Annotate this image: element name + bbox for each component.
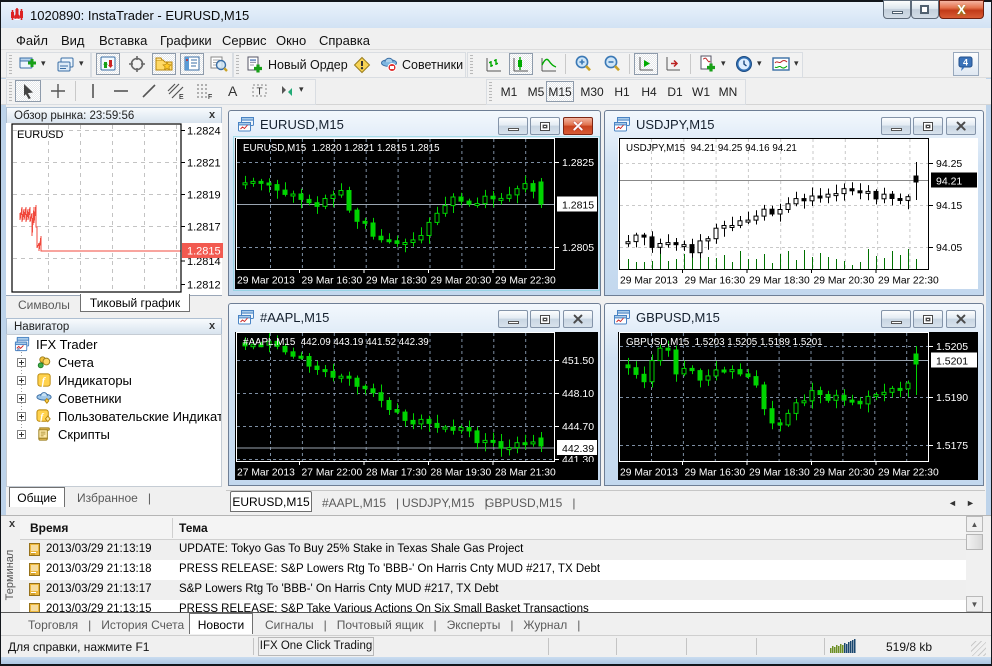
svg-text:94.05: 94.05 [936, 242, 962, 254]
svg-text:29 Mar 20:30: 29 Mar 20:30 [814, 468, 875, 479]
svg-text:29 Mar 22:30: 29 Mar 22:30 [495, 276, 556, 287]
svg-text:29 Mar 18:30: 29 Mar 18:30 [749, 468, 810, 479]
svg-text:1.2819: 1.2819 [187, 190, 221, 202]
svg-text:27 Mar 2013: 27 Mar 2013 [237, 468, 295, 479]
svg-text:1.5201: 1.5201 [936, 356, 968, 368]
svg-text:29 Mar 22:30: 29 Mar 22:30 [878, 468, 939, 479]
svg-text:94.25: 94.25 [936, 158, 962, 170]
svg-text:29 Mar 2013: 29 Mar 2013 [620, 468, 678, 479]
svg-text:1.5175: 1.5175 [936, 440, 968, 452]
svg-text:F: F [208, 94, 212, 100]
svg-text:1.2824: 1.2824 [187, 126, 221, 138]
svg-text:1.2817: 1.2817 [187, 222, 221, 234]
svg-text:442.39: 442.39 [562, 443, 594, 455]
svg-text:E: E [179, 94, 184, 100]
svg-text:GBPUSD,M15 1.5203 1.5205 1.51: GBPUSD,M15 1.5203 1.5205 1.5189 1.5201 [626, 337, 823, 348]
svg-text:29 Mar 2013: 29 Mar 2013 [620, 276, 678, 287]
svg-text:451.50: 451.50 [562, 355, 594, 367]
svg-text:1.5205: 1.5205 [936, 341, 968, 353]
svg-text:USDJPY,M15 94.21 94.25 94.16: USDJPY,M15 94.21 94.25 94.16 94.21 [626, 143, 797, 154]
svg-text:1.2815: 1.2815 [187, 246, 221, 258]
svg-text:94.15: 94.15 [936, 200, 962, 212]
svg-text:29 Mar 2013: 29 Mar 2013 [237, 276, 295, 287]
svg-text:T: T [257, 87, 263, 98]
svg-text:1.2825: 1.2825 [562, 157, 594, 169]
svg-text:448.10: 448.10 [562, 388, 594, 400]
svg-text:1.2812: 1.2812 [187, 280, 221, 292]
svg-text:1.5190: 1.5190 [936, 392, 968, 404]
svg-text:A: A [228, 83, 238, 99]
svg-text:29 Mar 20:30: 29 Mar 20:30 [431, 276, 492, 287]
svg-text:29 Mar 20:30: 29 Mar 20:30 [814, 276, 875, 287]
svg-text:#AAPL,M15 442.09 443.19 441.5: #AAPL,M15 442.09 443.19 441.52 442.39 [243, 337, 429, 348]
svg-text:29 Mar 22:30: 29 Mar 22:30 [878, 276, 939, 287]
svg-text:28 Mar 17:30: 28 Mar 17:30 [366, 468, 427, 479]
svg-text:EURUSD,M15 1.2820 1.2821 1.28: EURUSD,M15 1.2820 1.2821 1.2815 1.2815 [243, 143, 440, 154]
svg-text:29 Mar 16:30: 29 Mar 16:30 [302, 276, 363, 287]
svg-text:4: 4 [963, 58, 968, 68]
svg-text:29 Mar 16:30: 29 Mar 16:30 [685, 276, 746, 287]
svg-text:444.70: 444.70 [562, 421, 594, 433]
svg-text:29 Mar 16:30: 29 Mar 16:30 [685, 468, 746, 479]
svg-text:EURUSD: EURUSD [17, 129, 64, 141]
svg-text:28 Mar 19:30: 28 Mar 19:30 [431, 468, 492, 479]
svg-text:29 Mar 18:30: 29 Mar 18:30 [749, 276, 810, 287]
svg-text:29 Mar 18:30: 29 Mar 18:30 [366, 276, 427, 287]
svg-text:27 Mar 22:00: 27 Mar 22:00 [302, 468, 363, 479]
svg-text:94.21: 94.21 [936, 176, 962, 188]
svg-text:1.2821: 1.2821 [187, 158, 221, 170]
svg-text:28 Mar 21:30: 28 Mar 21:30 [495, 468, 556, 479]
svg-text:1.2805: 1.2805 [562, 242, 594, 254]
svg-text:1.2815: 1.2815 [562, 200, 594, 212]
